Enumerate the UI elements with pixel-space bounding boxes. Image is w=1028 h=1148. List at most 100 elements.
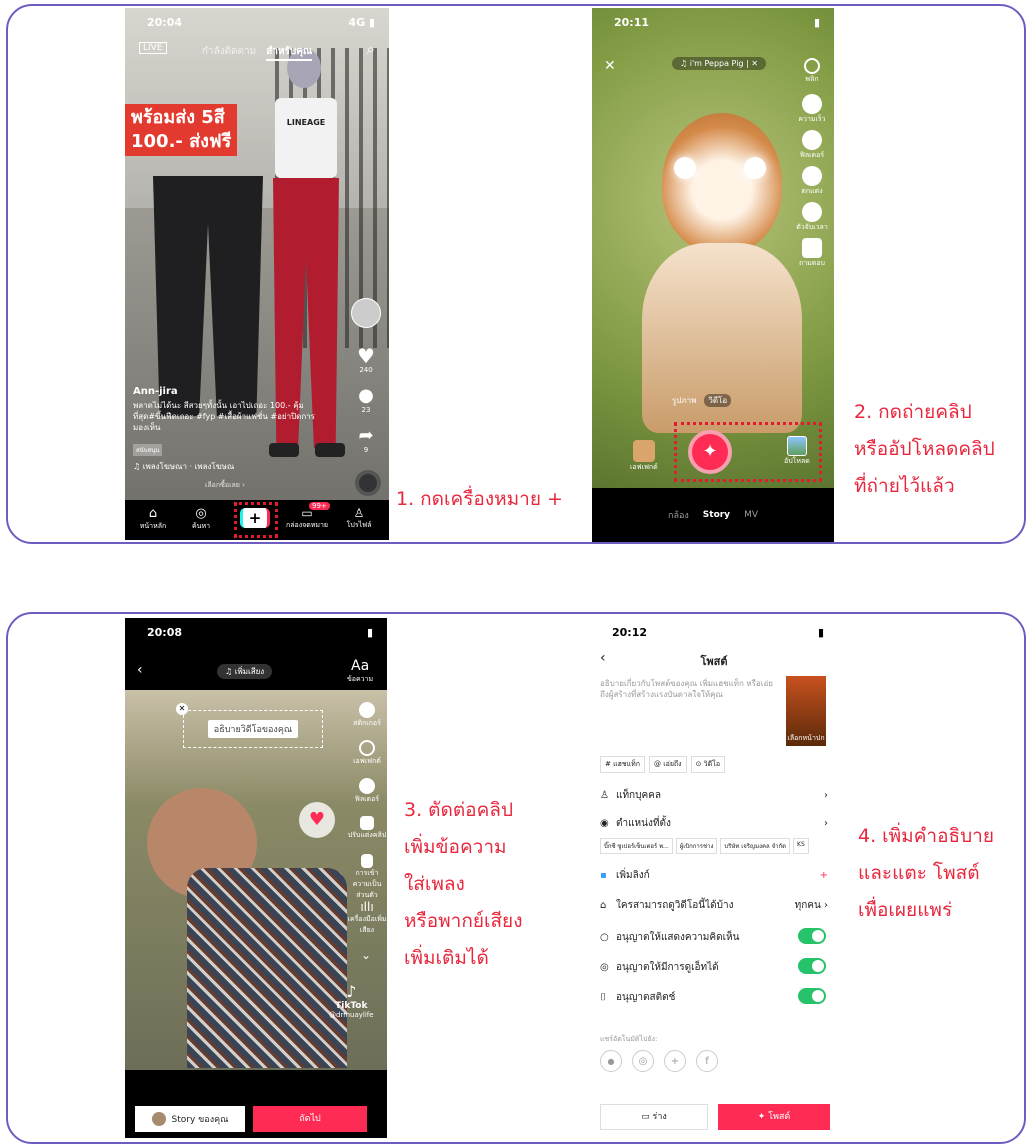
- adjust-clip-button[interactable]: ปรับแต่งคลิป: [347, 816, 387, 841]
- heart-icon: ♥: [357, 344, 375, 368]
- draft-button[interactable]: ▭ ร่าง: [600, 1104, 708, 1130]
- duet-icon: ◎: [600, 962, 609, 973]
- allow-comments-toggle[interactable]: [798, 928, 826, 944]
- speed-button[interactable]: ความเร็ว: [792, 94, 832, 125]
- page-title: โพสต์: [700, 655, 728, 668]
- location-chip[interactable]: ผู้เบิกการช่าง: [675, 838, 718, 854]
- back-icon[interactable]: ‹: [137, 662, 143, 678]
- chevron-right-icon: ›: [824, 818, 828, 829]
- allow-duet-row: ◎ อนุญาตให้มีการดูเอ็ทได้: [600, 962, 719, 973]
- mention-chip[interactable]: @ เอ่ยถึง: [649, 756, 687, 773]
- flip-camera-button[interactable]: พลิก: [792, 58, 832, 85]
- heart-sticker[interactable]: ♥: [299, 802, 335, 838]
- tab-mv[interactable]: MV: [744, 510, 758, 520]
- hashtag-chip[interactable]: # แฮชแท็ก: [600, 756, 645, 773]
- add-link-row[interactable]: ▪ เพิ่มลิงก์ +: [600, 868, 828, 883]
- close-icon[interactable]: ✕: [176, 703, 188, 715]
- next-button[interactable]: ถัดไป: [253, 1106, 367, 1132]
- shop-now-link[interactable]: เลือกซื้อเลย ›: [205, 480, 245, 491]
- tab-story[interactable]: Story: [703, 510, 730, 520]
- qa-button[interactable]: ถามตอบ: [792, 238, 832, 269]
- privacy-value: ทุกคน: [794, 900, 821, 911]
- nav-discover[interactable]: ◎ ค้นหา: [181, 506, 221, 532]
- tiktok-logo-icon: ♪: [346, 982, 357, 1001]
- step-2-text: 2. กดถ่ายคลิป หรืออัปโหลดคลิป ที่ถ่ายไว้…: [854, 401, 995, 497]
- nav-profile[interactable]: ♙ โปรไฟล์: [337, 506, 381, 531]
- sponsored-tag: สนับสนุน: [133, 444, 163, 456]
- nav-inbox[interactable]: ▭ กล่องจดหมาย 99+: [285, 502, 330, 531]
- battery-icon: ▮: [366, 625, 373, 639]
- privacy-button[interactable]: การเข้าความเป็นส่วนตัว: [347, 854, 387, 901]
- filters-button[interactable]: ฟิลเตอร์: [792, 130, 832, 161]
- text-tool-button[interactable]: Aa ข้อความ: [347, 658, 373, 685]
- tab-camera[interactable]: กล้อง: [668, 508, 689, 522]
- question-icon: [802, 238, 822, 258]
- tiktok-watermark: ♪ TikTok @drmuaylife: [329, 982, 374, 1019]
- clock: 20:04: [147, 15, 183, 29]
- music-disc-icon[interactable]: [355, 470, 381, 496]
- allow-duet-toggle[interactable]: [798, 958, 826, 974]
- search-icon[interactable]: ⌕: [367, 40, 375, 58]
- close-icon[interactable]: ✕: [604, 58, 616, 74]
- step-panel-bottom: 20:08 ▮ ‹ ♫ เพิ่มเสียง Aa ข้อความ สติกเกอ…: [6, 612, 1026, 1144]
- music-ticker: ♫ เพลงโฆษณา · เพลงโฆษณ: [133, 462, 235, 471]
- chevron-down-icon[interactable]: ⌄: [361, 948, 371, 962]
- allow-comments-row: ○ อนุญาตให้แสดงความคิดเห็น: [600, 932, 740, 943]
- filter-button[interactable]: ฟิลเตอร์: [347, 778, 387, 805]
- screen-editor: 20:08 ▮ ‹ ♫ เพิ่มเสียง Aa ข้อความ สติกเกอ…: [125, 618, 387, 1138]
- nav-home[interactable]: ⌂ หน้าหลัก: [133, 506, 173, 532]
- step-4-text: 4. เพิ่มคำอธิบาย และแตะ โพสต์ เพื่อเผยแพ…: [858, 825, 994, 921]
- location-chip[interactable]: KS: [793, 838, 809, 854]
- waveform-icon: ıllı: [360, 900, 374, 914]
- tab-following[interactable]: กำลังติดตาม: [202, 44, 256, 61]
- effects-button[interactable]: เอฟเฟกต์: [347, 740, 387, 767]
- description-input[interactable]: อธิบายเกี่ยวกับโพสต์ของคุณ เพิ่มแฮชแท็ก …: [600, 678, 780, 700]
- story-button[interactable]: Story ของคุณ: [135, 1106, 245, 1132]
- location-row[interactable]: ◉ ตำแหน่งที่ตั้ง ›: [600, 816, 828, 831]
- mode-photo[interactable]: รูปภาพ: [672, 394, 696, 407]
- add-icon[interactable]: +: [664, 1050, 686, 1072]
- highlight-create-button: [234, 502, 278, 538]
- voice-tools-button[interactable]: ıllı เครื่องมือเพิ่มเสียง: [347, 900, 387, 936]
- post-button[interactable]: ✦ โพสต์: [718, 1104, 830, 1130]
- allow-stitch-row: ⌷ อนุญาตสติตช์: [600, 992, 676, 1003]
- camera-bottom-tabs: กล้อง Story MV: [592, 488, 834, 542]
- effects-button[interactable]: เอฟเฟกต์: [630, 440, 658, 473]
- mode-video[interactable]: วิดีโอ: [704, 394, 732, 407]
- clock: 20:12: [612, 625, 648, 639]
- share-button[interactable]: ➦ 9: [351, 426, 381, 455]
- allow-stitch-toggle[interactable]: [798, 988, 826, 1004]
- add-sound-button[interactable]: ♫ เพิ่มเสียง: [217, 664, 273, 679]
- shirt-print: LINEAGE: [286, 118, 326, 127]
- flip-icon: [804, 58, 820, 74]
- person-icon: ♙: [600, 790, 609, 801]
- timer-button[interactable]: ตัวจับเวลา: [792, 202, 832, 233]
- screen-foryou-feed: LINEAGE 20:04 4G ▮ LIVE กำลังติดตาม สำหร…: [125, 8, 389, 540]
- live-icon[interactable]: LIVE: [139, 42, 167, 54]
- video-caption: พลาดไม่ได้นะ สีสวยๆทั้งนั้น เอาไปเถอะ 10…: [133, 401, 315, 432]
- privacy-row[interactable]: ⌂ ใครสามารถดูวิดีโอนี้ได้บ้าง ทุกคน ›: [600, 898, 828, 913]
- like-button[interactable]: ♥ 240: [351, 346, 381, 374]
- facebook-icon[interactable]: f: [696, 1050, 718, 1072]
- cover-thumbnail[interactable]: เลือกหน้าปก: [786, 676, 826, 746]
- clock: 20:08: [147, 625, 183, 639]
- caption-textbox[interactable]: อธิบายวิดีโอของคุณ ✕: [176, 703, 323, 748]
- share-count: 9: [363, 446, 369, 454]
- sticker-button[interactable]: สติกเกอร์: [347, 702, 387, 729]
- location-chip[interactable]: บริษัท เจริญมงคล จำกัด: [720, 838, 791, 854]
- location-chip[interactable]: บิ๊กซี ซูเปอร์เซ็นเตอร์ พ...: [600, 838, 673, 854]
- username[interactable]: Ann-jira: [133, 386, 178, 397]
- video-chip[interactable]: ⊙ วิดีโอ: [690, 756, 726, 773]
- stitch-icon: ⌷: [600, 992, 606, 1003]
- sound-chip[interactable]: ♫ i'm Peppa Pig | ✕: [672, 57, 766, 70]
- battery-icon: ▮: [813, 15, 820, 29]
- speed-icon: [802, 94, 822, 114]
- tag-people-row[interactable]: ♙ แท็กบุคคล ›: [600, 788, 828, 803]
- comment-button[interactable]: ● 23: [351, 386, 381, 415]
- tab-foryou[interactable]: สำหรับคุณ: [266, 44, 313, 61]
- line-icon[interactable]: ●: [600, 1050, 622, 1072]
- compass-icon: ◎: [195, 506, 207, 521]
- instagram-icon[interactable]: ◎: [632, 1050, 654, 1072]
- creator-avatar[interactable]: [351, 298, 381, 328]
- beauty-button[interactable]: ตกแต่ง: [792, 166, 832, 197]
